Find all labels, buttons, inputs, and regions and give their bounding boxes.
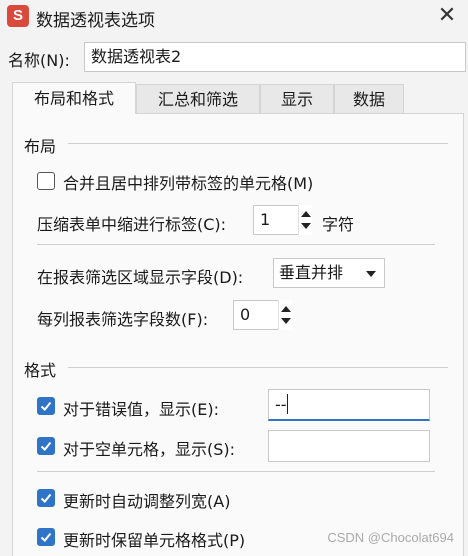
filter-area-display-value: 垂直并排 xyxy=(279,263,344,282)
filter-fields-down-arrow-icon[interactable] xyxy=(281,318,291,324)
tab-layout-format[interactable]: 布局和格式 xyxy=(12,82,136,114)
name-label: 名称(N): xyxy=(8,51,70,70)
error-values-label: 对于错误值，显示(E): xyxy=(63,400,219,419)
app-logo-icon: S xyxy=(7,5,29,27)
checkmark-icon xyxy=(40,532,52,542)
checkmark-icon xyxy=(40,401,52,411)
autofit-columns-label: 更新时自动调整列宽(A) xyxy=(63,492,231,511)
tab-display[interactable]: 显示 xyxy=(260,84,334,114)
compact-indent-label: 压缩表单中缩进行标签(C): xyxy=(37,215,227,234)
layout-section-title: 布局 xyxy=(24,137,57,156)
layout-section-divider xyxy=(68,143,448,144)
text-caret xyxy=(286,394,288,414)
filter-fields-per-column-spinner xyxy=(278,300,292,330)
empty-cells-checkbox[interactable] xyxy=(37,437,55,455)
error-values-checkbox[interactable] xyxy=(37,397,55,415)
format-section-title: 格式 xyxy=(24,361,57,380)
compact-indent-down-arrow-icon[interactable] xyxy=(301,223,311,229)
format-section-divider xyxy=(68,367,448,368)
error-values-input[interactable]: -- xyxy=(268,389,430,421)
checkmark-icon xyxy=(40,441,52,451)
layout-inner-divider xyxy=(37,244,435,245)
title-bar: S 数据透视表选项 ✕ xyxy=(0,0,468,34)
chevron-down-icon xyxy=(366,271,376,277)
dialog-title: 数据透视表选项 xyxy=(36,11,155,31)
compact-indent-up-arrow-icon[interactable] xyxy=(301,211,311,217)
empty-cells-label: 对于空单元格，显示(S): xyxy=(63,440,236,459)
watermark: CSDN @Chocolat694 xyxy=(327,530,454,545)
checkmark-icon xyxy=(40,493,52,503)
tab-summary-filter[interactable]: 汇总和筛选 xyxy=(136,84,260,114)
filter-area-display-label: 在报表筛选区域显示字段(D): xyxy=(37,268,244,287)
compact-indent-spinner xyxy=(298,205,312,235)
close-button[interactable]: ✕ xyxy=(432,2,462,30)
autofit-columns-checkbox[interactable] xyxy=(37,489,55,507)
tab-data[interactable]: 数据 xyxy=(334,84,404,114)
filter-fields-per-column-input[interactable]: 0 xyxy=(233,300,279,330)
empty-cells-input[interactable] xyxy=(268,430,430,462)
filter-area-display-select[interactable]: 垂直并排 xyxy=(273,258,385,288)
compact-indent-unit: 字符 xyxy=(322,215,355,234)
filter-fields-per-column-label: 每列报表筛选字段数(F): xyxy=(37,310,209,329)
filter-fields-up-arrow-icon[interactable] xyxy=(281,306,291,312)
format-inner-divider xyxy=(37,471,435,472)
merge-center-checkbox[interactable] xyxy=(37,172,55,190)
name-input[interactable]: 数据透视表2 xyxy=(84,42,466,72)
error-values-value: -- xyxy=(275,395,287,414)
merge-center-label: 合并且居中排列带标签的单元格(M) xyxy=(63,174,314,193)
preserve-formatting-checkbox[interactable] xyxy=(37,528,55,546)
compact-indent-input[interactable]: 1 xyxy=(253,205,299,235)
preserve-formatting-label: 更新时保留单元格格式(P) xyxy=(63,531,246,550)
